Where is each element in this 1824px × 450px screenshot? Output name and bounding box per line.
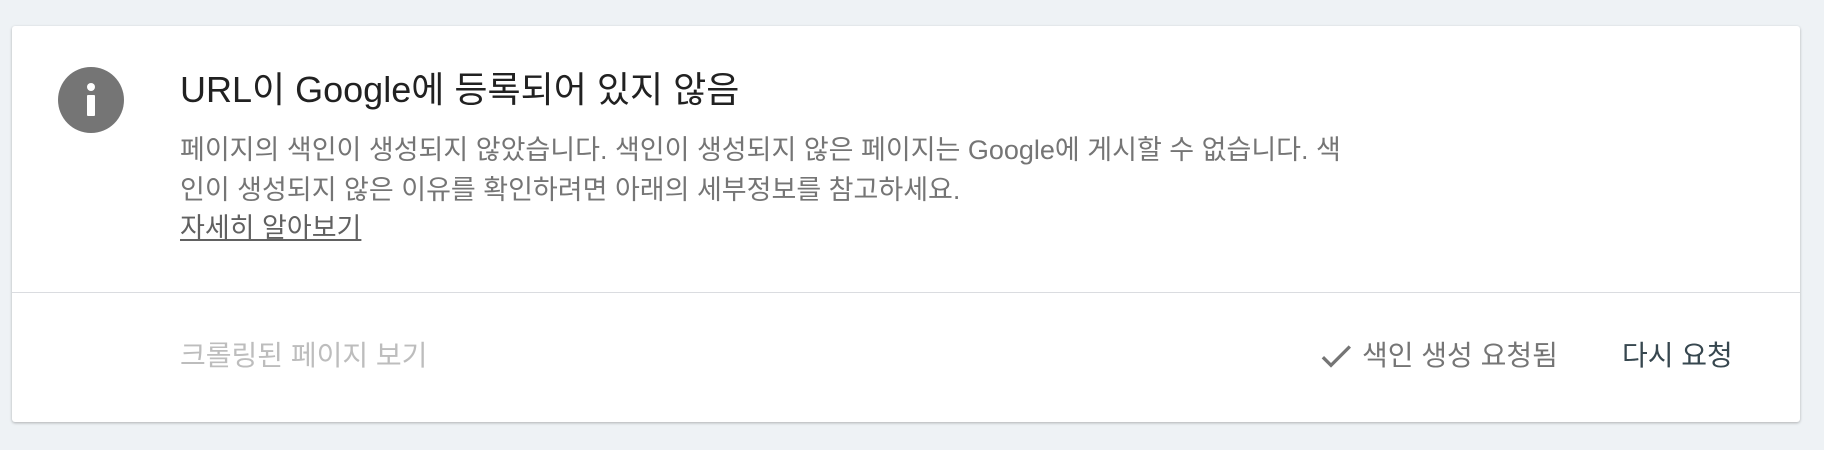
view-crawled-page-button[interactable]: 크롤링된 페이지 보기 <box>180 336 427 376</box>
indexing-requested-label: 색인 생성 요청됨 <box>1362 340 1558 371</box>
index-status-card: URL이 Google에 등록되어 있지 않음 페이지의 색인이 생성되지 않았… <box>12 26 1800 422</box>
check-icon <box>1321 345 1351 368</box>
request-again-button[interactable]: 다시 요청 <box>1622 336 1733 376</box>
status-description: 페이지의 색인이 생성되지 않았습니다. 색인이 생성되지 않은 페이지는 Go… <box>180 135 1341 205</box>
indexing-requested-status: 색인 생성 요청됨 <box>1316 336 1558 376</box>
info-icon <box>58 67 124 133</box>
learn-more-link[interactable]: 자세히 알아보기 <box>180 208 361 248</box>
status-title: URL이 Google에 등록되어 있지 않음 <box>180 69 740 110</box>
card-divider <box>12 292 1800 293</box>
